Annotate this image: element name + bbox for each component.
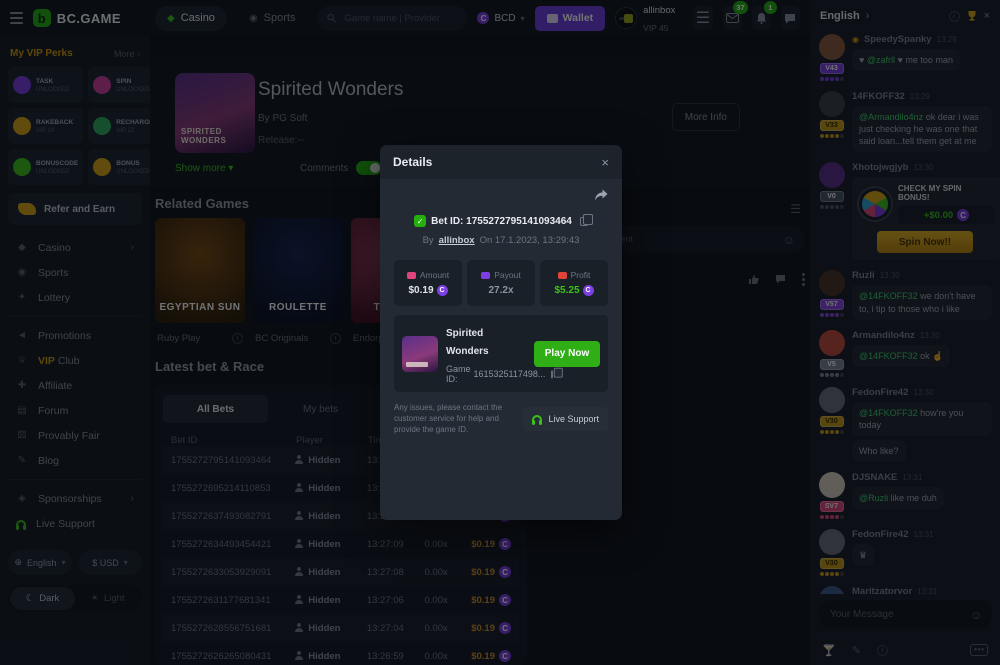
verified-icon (414, 215, 426, 227)
modal-body: Bet ID: 1755272795141093464 By allinbox … (380, 179, 622, 446)
app-root: b BC.GAME ◆ Casino ◉ Sports BCD ▾ Wallet… (0, 0, 1000, 665)
stat-label: Payout (481, 270, 520, 280)
play-now-button[interactable]: Play Now (534, 341, 600, 367)
stat-amount: Amount $0.19 (394, 260, 462, 306)
profit-icon (558, 272, 567, 279)
bet-player-link[interactable]: allinbox (439, 235, 475, 246)
close-icon[interactable]: × (601, 155, 609, 170)
bet-details-modal: Details × Bet ID: 1755272795141093464 By… (380, 145, 622, 520)
stat-label: Amount (407, 270, 449, 280)
stat-label-text: Amount (420, 270, 449, 280)
stat-label-text: Payout (494, 270, 520, 280)
amount-icon (407, 272, 416, 279)
game-thumbnail[interactable] (402, 336, 438, 372)
stat-value: $0.19 (408, 285, 447, 296)
coin-icon (583, 285, 594, 296)
modal-title: Details (393, 155, 432, 169)
live-support-button[interactable]: Live Support (523, 407, 608, 431)
bet-datetime: On 17.1.2023, 13:29:43 (480, 235, 580, 246)
stat-value-text: $5.25 (554, 285, 579, 296)
payout-icon (481, 272, 490, 279)
copy-icon[interactable] (552, 370, 554, 378)
modal-game-id: Game ID: 1615325117498... (446, 364, 526, 384)
modal-game-name: Spirited Wonders (446, 328, 489, 357)
by-label: By (423, 235, 434, 246)
stat-value-text: $0.19 (408, 285, 433, 296)
stat-value: 27.2x (488, 285, 513, 296)
stat-value-text: 27.2x (488, 285, 513, 296)
stat-label: Profit (558, 270, 591, 280)
headset-icon (532, 415, 542, 422)
modal-game-card: Spirited Wonders Game ID: 1615325117498.… (394, 315, 608, 392)
support-note: Any issues, please contact the customer … (394, 402, 515, 436)
stat-payout: Payout 27.2x (467, 260, 535, 306)
share-icon[interactable] (594, 189, 608, 201)
modal-header: Details × (380, 145, 622, 179)
bet-id: Bet ID: 1755272795141093464 (431, 216, 572, 227)
copy-icon[interactable] (580, 217, 588, 226)
stat-profit: Profit $5.25 (540, 260, 608, 306)
bet-stats: Amount $0.19 Payout 27.2x Profit $5.25 (394, 260, 608, 306)
stat-label-text: Profit (571, 270, 591, 280)
coin-icon (437, 285, 448, 296)
stat-value: $5.25 (554, 285, 593, 296)
